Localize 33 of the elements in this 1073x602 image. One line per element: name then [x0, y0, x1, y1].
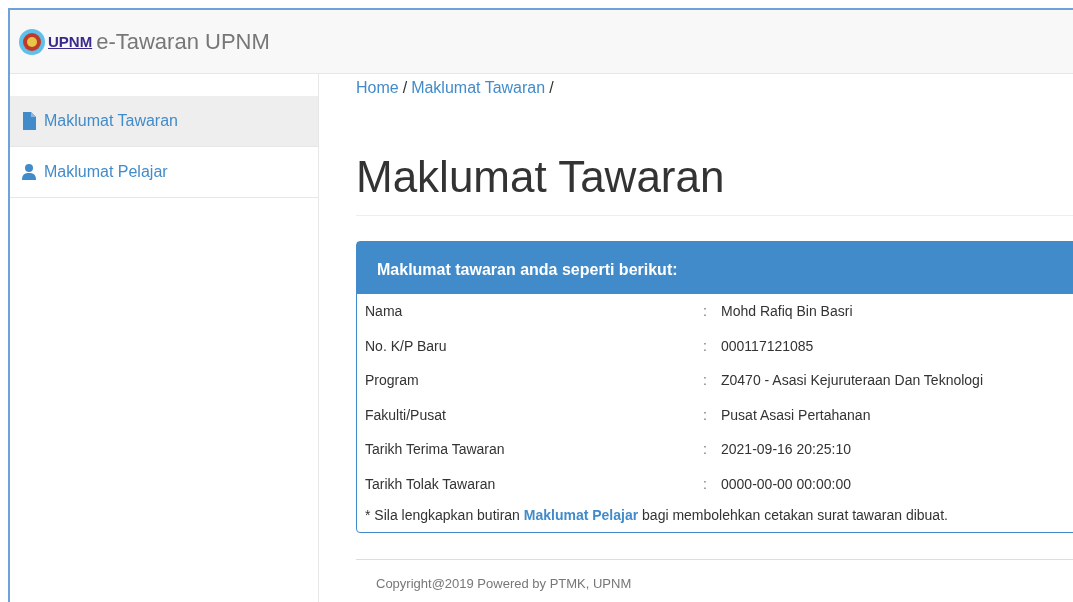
colon-separator: :: [703, 405, 708, 425]
student-info-link[interactable]: Maklumat Pelajar: [523, 507, 639, 524]
footer-text: Copyright@2019 Powered by PTMK, UPNM: [356, 559, 1073, 602]
sidebar-item[interactable]: Maklumat Tawaran: [10, 96, 318, 147]
note-text: * Sila lengkapkan butiran Maklumat Pelajar bagi membolehkan cetakan surat tawaran dibuat.: [364, 506, 949, 526]
breadcrumb-link[interactable]: Maklumat Tawaran: [411, 76, 546, 100]
panel-title: Maklumat tawaran anda seperti berikut:: [357, 242, 1073, 295]
field-label: Program: [365, 371, 420, 391]
colon-separator: :: [703, 371, 708, 391]
field-label: Nama: [365, 302, 404, 322]
field-value: Mohd Rafiq Bin Basri: [721, 302, 853, 322]
field-value: 000117121085: [721, 336, 814, 356]
field-label: No. K/P Baru: [365, 336, 448, 356]
breadcrumb-separator: /: [549, 78, 554, 98]
sidebar-item[interactable]: Maklumat Pelajar: [10, 147, 318, 198]
breadcrumb-separator: /: [402, 78, 408, 98]
field-value: Pusat Asasi Pertahanan: [721, 405, 871, 425]
page-heading: Maklumat Tawaran: [356, 153, 726, 202]
field-label: Tarikh Terima Tawaran: [365, 440, 506, 460]
field-value: Z0470 - Asasi Kejuruteraan Dan Teknologi: [721, 371, 983, 391]
field-value: 0000-00-00 00:00:00: [721, 474, 851, 494]
field-value: 2021-09-16 20:25:10: [721, 440, 851, 460]
app-title[interactable]: e-Tawaran UPNM: [96, 25, 270, 58]
colon-separator: :: [703, 474, 708, 494]
colon-separator: :: [703, 336, 708, 356]
field-label: Tarikh Tolak Tawaran: [365, 474, 497, 494]
colon-separator: :: [703, 440, 708, 460]
logo-text: UPNM: [48, 34, 93, 49]
file-icon: [22, 112, 36, 130]
user-icon: [22, 163, 36, 181]
colon-separator: :: [703, 302, 708, 322]
field-label: Fakulti/Pusat: [365, 405, 447, 425]
breadcrumb-link[interactable]: Home: [356, 76, 399, 100]
